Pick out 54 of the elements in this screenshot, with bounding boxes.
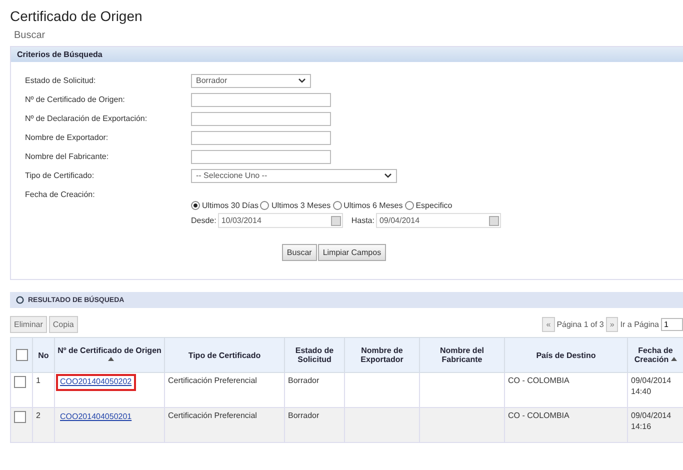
- panel-title: Criterios de Búsqueda: [17, 50, 102, 59]
- row-checkbox[interactable]: [14, 376, 26, 388]
- table-cell: Borrador: [284, 408, 344, 442]
- column-header[interactable]: Fecha de Creación: [628, 338, 683, 372]
- field-label: Nº de Declaración de Exportación:: [25, 114, 148, 123]
- table-cell: 2: [32, 408, 54, 442]
- dropdown[interactable]: Borrador: [191, 74, 311, 88]
- radio-option[interactable]: Ultimos 3 Meses: [260, 201, 331, 210]
- calendar-icon: [331, 216, 342, 226]
- column-header[interactable]: Nº de Certificado de Origen: [54, 338, 164, 372]
- field-label: Nombre del Fabricante:: [25, 152, 110, 161]
- field-label: Nombre de Exportador:: [25, 133, 110, 142]
- page-indicator: Página 1 of 3: [556, 320, 604, 328]
- table-cell: CO - COLOMBIA: [504, 408, 628, 442]
- column-header[interactable]: No: [32, 338, 54, 372]
- radio-option[interactable]: Ultimos 30 Días: [191, 201, 258, 210]
- checkbox[interactable]: [16, 349, 28, 361]
- radio-option[interactable]: Especifico: [404, 201, 452, 210]
- column-header[interactable]: Nombre de Exportador: [344, 338, 420, 372]
- next-page-button[interactable]: »: [606, 316, 618, 332]
- dropdown[interactable]: -- Seleccione Uno --: [191, 168, 397, 182]
- input-field[interactable]: [191, 150, 331, 164]
- column-header[interactable]: Tipo de Certificado: [164, 338, 284, 372]
- field-label: Nº de Certificado de Origen:: [25, 95, 126, 104]
- clear-button[interactable]: Limpiar Campos: [318, 244, 386, 261]
- column-header[interactable]: País de Destino: [504, 338, 628, 372]
- table-cell: Certificación Preferencial: [164, 408, 284, 442]
- caret-icon: [384, 173, 392, 178]
- field-label: Estado de Solicitud:: [25, 76, 97, 85]
- page-title: Certificado de Origen: [10, 8, 144, 24]
- delete-button[interactable]: Eliminar: [10, 316, 47, 332]
- column-header[interactable]: Nombre del Fabricante: [420, 338, 504, 372]
- field-label: Hasta:: [351, 216, 374, 225]
- date-field[interactable]: 09/04/2014: [376, 213, 502, 228]
- previous-page-button[interactable]: «: [542, 316, 555, 332]
- collapse-icon: [16, 296, 24, 304]
- goto-label: Ir a Página: [620, 320, 659, 328]
- caret-icon: [298, 78, 306, 83]
- input-field[interactable]: [191, 130, 331, 144]
- field-label: Fecha de Creación:: [25, 190, 96, 199]
- input-field[interactable]: [191, 112, 331, 126]
- field-label: Desde:: [191, 216, 216, 225]
- page-input[interactable]: 1: [661, 318, 683, 330]
- radio-option[interactable]: Ultimos 6 Meses: [332, 201, 403, 210]
- breadcrumb: Buscar: [14, 30, 46, 41]
- calendar-icon: [489, 216, 500, 226]
- field-label: Tipo de Certificado:: [25, 171, 96, 180]
- copy-button[interactable]: Copia: [48, 316, 78, 332]
- input-field[interactable]: [191, 92, 331, 106]
- column-header[interactable]: Estado de Solicitud: [284, 338, 344, 372]
- search-button[interactable]: Buscar: [282, 244, 317, 261]
- row-checkbox[interactable]: [14, 411, 26, 423]
- date-field[interactable]: 10/03/2014: [218, 213, 344, 228]
- table-cell: 09/04/2014 14:16: [628, 408, 683, 442]
